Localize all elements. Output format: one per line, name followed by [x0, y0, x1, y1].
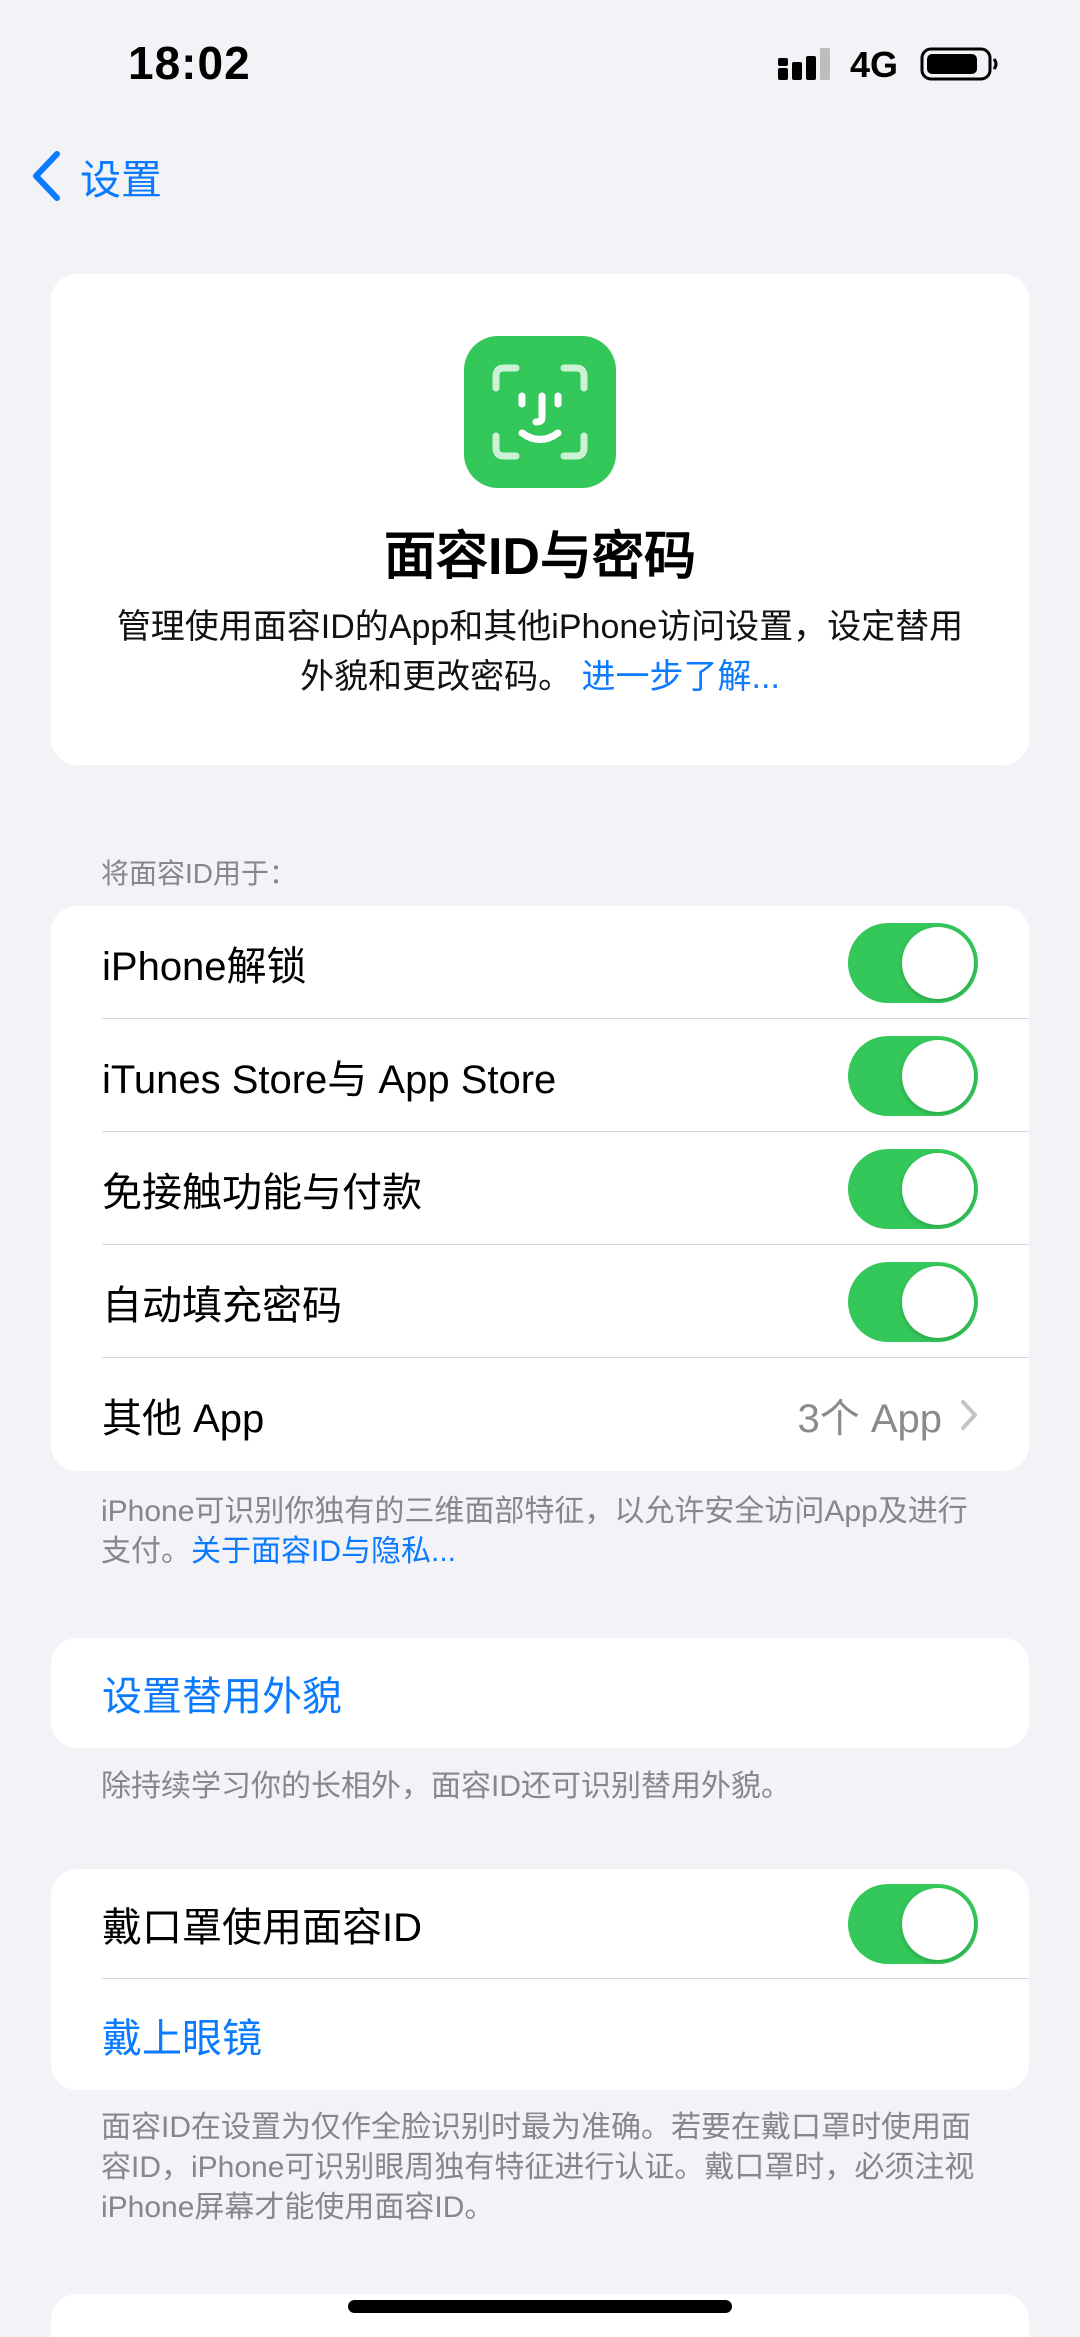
other-apps-count: 3个 App: [797, 1396, 942, 1441]
mask-card: 戴口罩使用面容ID 戴上眼镜: [51, 1869, 1029, 2090]
header-description: 管理使用面容ID的App和其他iPhone访问设置，设定替用外貌和更改密码。 进…: [101, 602, 979, 702]
page-title: 面容ID与密码: [383, 528, 696, 586]
password-autofill-toggle[interactable]: [848, 1261, 978, 1342]
status-time: 18:02: [128, 37, 251, 89]
add-glasses-row[interactable]: 戴上眼镜: [51, 1979, 1029, 2090]
iphone-unlock-row: iPhone解锁: [51, 906, 1029, 1019]
faceid-usage-section-label: 将面容ID用于：: [101, 858, 298, 889]
home-indicator: [348, 2300, 732, 2313]
setup-alternate-appearance-row[interactable]: 设置替用外貌: [51, 1638, 1029, 1748]
password-autofill-label: 自动填充密码: [102, 1283, 342, 1328]
mask-faceid-toggle[interactable]: [848, 1884, 978, 1964]
other-apps-label: 其他 App: [102, 1396, 265, 1441]
mask-faceid-row: 戴口罩使用面容ID: [51, 1869, 1029, 1979]
network-type: 4G: [850, 44, 899, 85]
faceid-usage-card: iPhone解锁 iTunes Store与 App Store 免接触功能与付…: [51, 906, 1029, 1471]
contactless-payment-toggle[interactable]: [848, 1148, 978, 1229]
learn-more-link[interactable]: 进一步了解...: [582, 658, 780, 696]
privacy-link[interactable]: 关于面容ID与隐私...: [191, 1535, 456, 1568]
contactless-payment-label: 免接触功能与付款: [102, 1170, 422, 1215]
cellular-signal-icon: [778, 48, 830, 80]
iphone-unlock-toggle[interactable]: [848, 922, 978, 1003]
header-card: 面容ID与密码 管理使用面容ID的App和其他iPhone访问设置，设定替用外貌…: [51, 274, 1029, 765]
header-description-text: 管理使用面容ID的App和其他iPhone访问设置，设定替用外貌和更改密码。: [116, 608, 964, 696]
setup-alternate-appearance-button[interactable]: 设置替用外貌: [102, 1664, 978, 1722]
faceid-icon: [464, 336, 616, 488]
password-autofill-row: 自动填充密码: [51, 1245, 1029, 1358]
alternate-appearance-card: 设置替用外貌: [51, 1638, 1029, 1748]
itunes-app-store-label: iTunes Store与 App Store: [102, 1057, 557, 1102]
itunes-app-store-row: iTunes Store与 App Store: [51, 1019, 1029, 1132]
mask-faceid-label: 戴口罩使用面容ID: [102, 1906, 422, 1950]
battery-icon: [920, 47, 998, 81]
screen: 18:02 4G 设置 面容ID与密码 管理使用面容ID的App和其他iPhon…: [0, 0, 1080, 2337]
alternate-appearance-footnote: 除持续学习你的长相外，面容ID还可识别替用外貌。: [101, 1770, 791, 1803]
contactless-payment-row: 免接触功能与付款: [51, 1132, 1029, 1245]
faceid-usage-footnote: iPhone可识别你独有的三维面部特征，以允许安全访问App及进行支付。关于面容…: [101, 1492, 981, 1572]
status-bar: 18:02 4G: [0, 0, 1080, 130]
chevron-right-icon: [961, 1399, 977, 1430]
other-apps-row[interactable]: 其他 App 3个 App: [51, 1358, 1029, 1471]
back-button[interactable]: 设置: [30, 148, 162, 204]
add-glasses-button[interactable]: 戴上眼镜: [102, 2006, 978, 2064]
itunes-app-store-toggle[interactable]: [848, 1035, 978, 1116]
back-label: 设置: [80, 157, 162, 203]
mask-footnote: 面容ID在设置为仅作全脸识别时最为准确。若要在戴口罩时使用面容ID，iPhone…: [101, 2111, 975, 2224]
iphone-unlock-label: iPhone解锁: [102, 944, 307, 989]
chevron-left-icon: [33, 151, 60, 201]
